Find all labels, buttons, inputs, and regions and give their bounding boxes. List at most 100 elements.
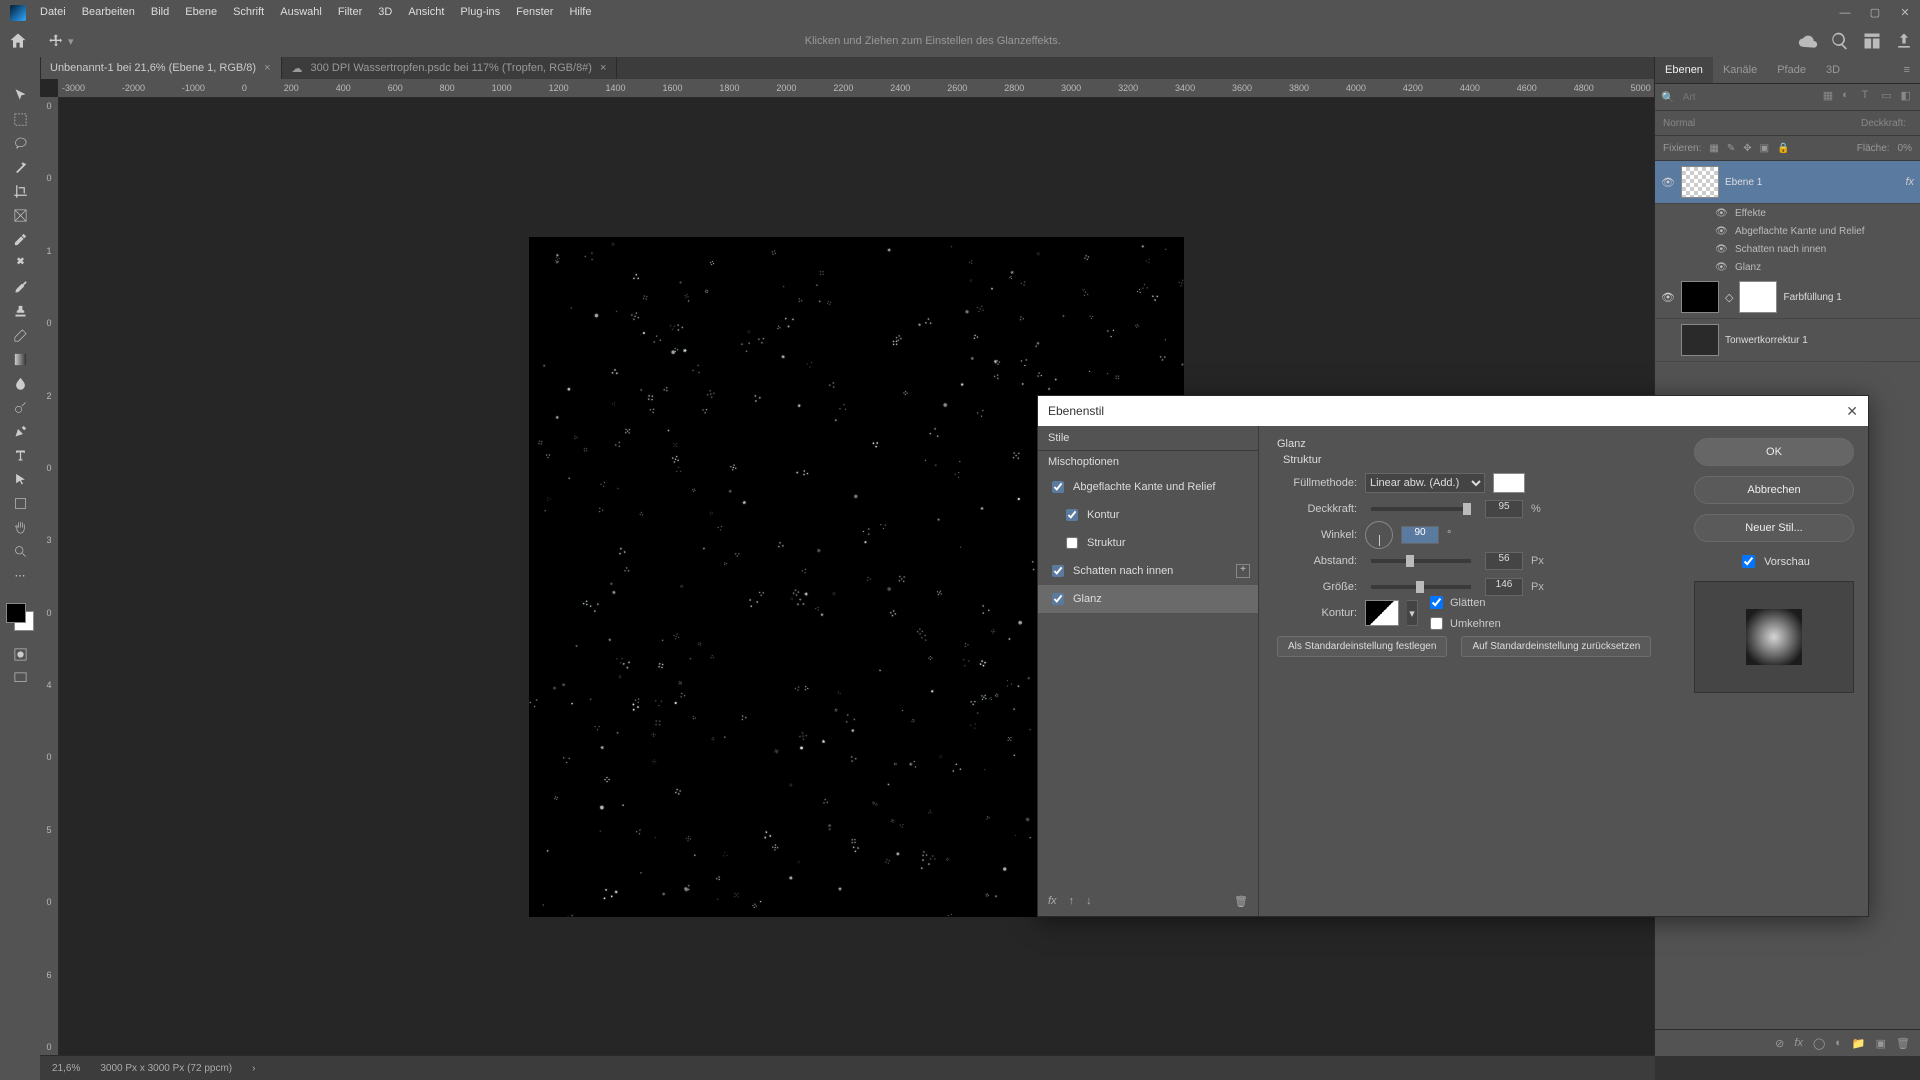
style-checkbox[interactable] [1052, 593, 1064, 605]
menu-item[interactable]: Bild [143, 0, 177, 25]
wand-tool-icon[interactable] [7, 157, 33, 178]
distance-input[interactable]: 56 [1485, 552, 1523, 570]
blendmode-select[interactable]: Linear abw. (Add.) [1365, 473, 1485, 493]
close-icon[interactable]: ✕ [1846, 403, 1858, 420]
menu-item[interactable]: Schrift [225, 0, 272, 25]
style-satin[interactable]: Glanz [1038, 585, 1258, 613]
close-icon[interactable]: ✕ [1890, 0, 1920, 25]
stamp-tool-icon[interactable] [7, 301, 33, 322]
type-tool-icon[interactable] [7, 445, 33, 466]
filter-pixel-icon[interactable]: ▦ [1823, 89, 1836, 105]
move-tool-icon[interactable] [48, 33, 64, 49]
style-bevel[interactable]: Abgeflachte Kante und Relief [1038, 473, 1258, 501]
style-texture[interactable]: Struktur [1038, 529, 1258, 557]
move-tool-icon[interactable] [7, 85, 33, 106]
layer-name[interactable]: Farbfüllung 1 [1783, 292, 1914, 303]
lock-artboard-icon[interactable]: ▣ [1760, 143, 1769, 154]
quickmask-icon[interactable] [7, 644, 33, 665]
color-swatch[interactable] [6, 603, 34, 631]
fx-badge-icon[interactable]: fx [1905, 176, 1914, 188]
angle-input[interactable]: 90 [1401, 526, 1439, 544]
tab-layers[interactable]: Ebenen [1655, 57, 1713, 83]
make-default-button[interactable]: Als Standardeinstellung festlegen [1277, 636, 1447, 657]
layer-name[interactable]: Ebene 1 [1725, 177, 1899, 188]
trash-icon[interactable]: 🗑 [1896, 1037, 1910, 1050]
layer-thumb[interactable] [1681, 166, 1719, 198]
close-tab-icon[interactable]: × [264, 62, 270, 74]
eyedropper-tool-icon[interactable] [7, 229, 33, 250]
path-select-tool-icon[interactable] [7, 469, 33, 490]
screenmode-icon[interactable] [7, 668, 33, 689]
fx-header[interactable]: 👁Effekte [1655, 204, 1920, 222]
filter-type-icon[interactable]: T [1862, 89, 1875, 105]
link-layers-icon[interactable]: ⊘ [1775, 1037, 1784, 1050]
menu-item[interactable]: Fenster [508, 0, 561, 25]
marquee-tool-icon[interactable] [7, 109, 33, 130]
home-icon[interactable] [8, 31, 28, 51]
pen-tool-icon[interactable] [7, 421, 33, 442]
style-checkbox[interactable] [1066, 509, 1078, 521]
menu-item[interactable]: Ansicht [400, 0, 452, 25]
lock-pixels-icon[interactable]: ▦ [1709, 143, 1718, 154]
fx-item[interactable]: 👁Abgeflachte Kante und Relief [1655, 222, 1920, 240]
move-down-icon[interactable]: ↓ [1086, 895, 1092, 907]
crop-tool-icon[interactable] [7, 181, 33, 202]
menu-item[interactable]: Bearbeiten [74, 0, 143, 25]
hand-tool-icon[interactable] [7, 517, 33, 538]
cloud-icon[interactable] [1798, 31, 1818, 51]
invert-checkbox[interactable]: Umkehren [1426, 614, 1501, 633]
menu-item[interactable]: Hilfe [561, 0, 599, 25]
workspace-icon[interactable] [1862, 31, 1882, 51]
layer-row[interactable]: Tonwertkorrektur 1 [1655, 319, 1920, 362]
layer-thumb[interactable] [1681, 324, 1719, 356]
document-dims[interactable]: 3000 Px x 3000 Px (72 ppcm) [100, 1063, 232, 1074]
menu-item[interactable]: Plug-ins [452, 0, 508, 25]
opacity-slider[interactable] [1371, 507, 1471, 511]
fx-item[interactable]: 👁Glanz [1655, 258, 1920, 276]
reset-default-button[interactable]: Auf Standardeinstellung zurücksetzen [1461, 636, 1651, 657]
ok-button[interactable]: OK [1694, 438, 1854, 466]
style-contour[interactable]: Kontur [1038, 501, 1258, 529]
lasso-tool-icon[interactable] [7, 133, 33, 154]
group-icon[interactable]: 📁 [1852, 1037, 1866, 1050]
fx-icon[interactable]: fx [1794, 1037, 1803, 1049]
cancel-button[interactable]: Abbrechen [1694, 476, 1854, 504]
contour-picker[interactable] [1365, 600, 1399, 626]
search-icon[interactable] [1830, 31, 1850, 51]
dialog-titlebar[interactable]: Ebenenstil ✕ [1038, 396, 1868, 426]
document-tab[interactable]: Unbenannt-1 bei 21,6% (Ebene 1, RGB/8) × [40, 57, 282, 79]
size-slider[interactable] [1371, 585, 1471, 589]
style-checkbox[interactable] [1052, 565, 1064, 577]
color-picker[interactable] [1493, 473, 1525, 493]
blend-mode-select[interactable]: Normal [1663, 118, 1695, 129]
layer-thumb[interactable] [1681, 281, 1719, 313]
angle-dial[interactable] [1365, 521, 1393, 549]
heal-tool-icon[interactable] [7, 253, 33, 274]
trash-icon[interactable]: 🗑 [1234, 895, 1248, 908]
fx-item[interactable]: 👁Schatten nach innen [1655, 240, 1920, 258]
minimize-icon[interactable]: — [1830, 0, 1860, 25]
menu-item[interactable]: Filter [330, 0, 370, 25]
lock-brush-icon[interactable]: ✎ [1727, 143, 1735, 154]
menu-item[interactable]: Auswahl [272, 0, 330, 25]
zoom-level[interactable]: 21,6% [52, 1063, 80, 1074]
filter-smart-icon[interactable]: ◧ [1901, 89, 1914, 105]
lock-move-icon[interactable]: ✥ [1743, 143, 1751, 154]
style-blending-options[interactable]: Mischoptionen [1038, 451, 1258, 473]
add-instance-icon[interactable]: + [1236, 564, 1250, 578]
chevron-down-icon[interactable]: ▾ [1407, 600, 1418, 626]
menu-item[interactable]: 3D [370, 0, 400, 25]
blur-tool-icon[interactable] [7, 373, 33, 394]
panel-menu-icon[interactable]: ≡ [1894, 57, 1920, 83]
eraser-tool-icon[interactable] [7, 325, 33, 346]
fx-menu-icon[interactable]: fx [1048, 895, 1057, 907]
frame-tool-icon[interactable] [7, 205, 33, 226]
mask-icon[interactable]: ◯ [1813, 1037, 1825, 1050]
antialias-checkbox[interactable]: Glätten [1426, 593, 1501, 612]
visibility-icon[interactable]: 👁 [1661, 291, 1675, 304]
visibility-icon[interactable]: 👁 [1661, 176, 1675, 189]
filter-adjust-icon[interactable]: ◐ [1842, 89, 1855, 105]
adjustment-icon[interactable]: ◐ [1835, 1037, 1842, 1049]
style-checkbox[interactable] [1066, 537, 1078, 549]
shape-tool-icon[interactable] [7, 493, 33, 514]
